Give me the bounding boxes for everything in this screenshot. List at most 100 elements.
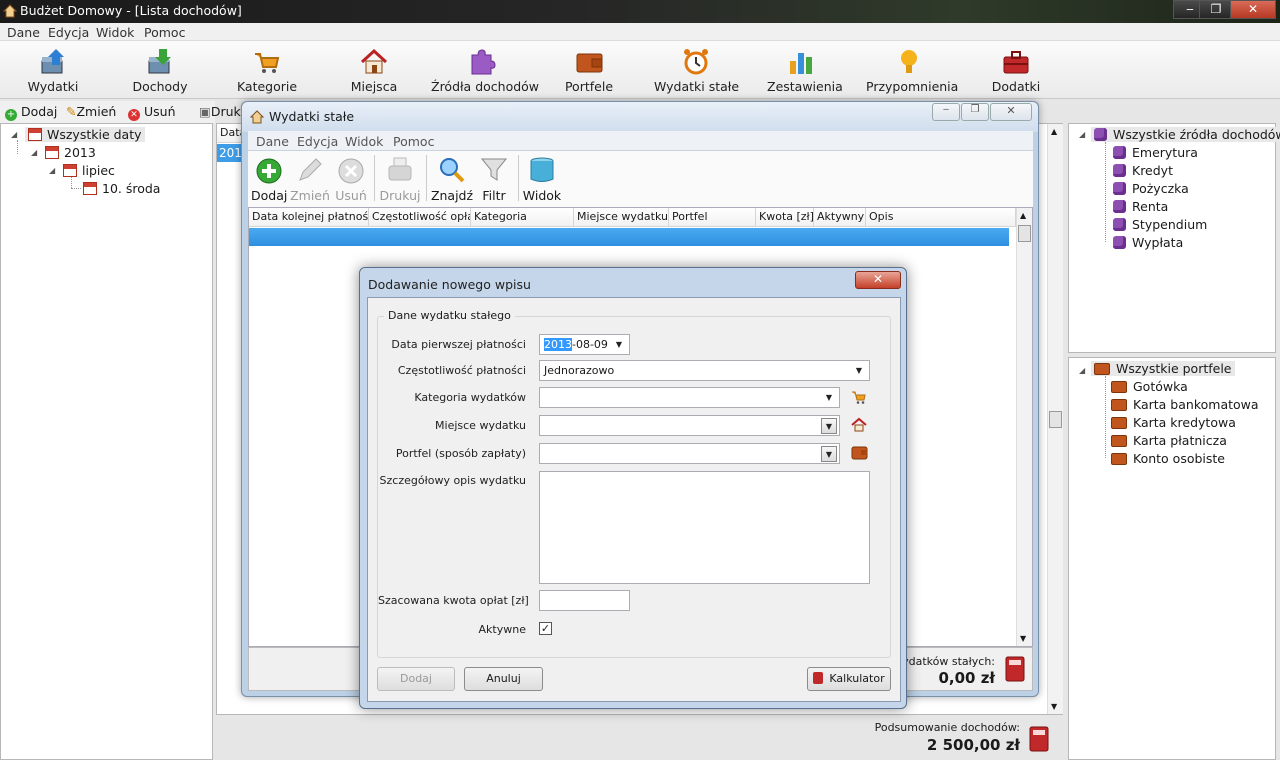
sub-edit-button[interactable]: ✎Zmień [66, 104, 116, 119]
toolbar-dodatki[interactable]: Dodatki [990, 41, 1042, 99]
column-header-data[interactable]: Data [217, 124, 243, 143]
toolbar-przypomnienia[interactable]: Przypomnienia [866, 41, 958, 99]
description-textarea[interactable] [539, 471, 870, 584]
scroll-thumb[interactable] [1018, 225, 1031, 242]
toolbar-miejsca[interactable]: Miejsca [346, 41, 402, 99]
recurring-menu-widok[interactable]: Widok [345, 134, 383, 149]
chevron-down-icon[interactable]: ▼ [821, 446, 837, 462]
tree-all-wallets[interactable]: Wszystkie portfele [1091, 361, 1235, 376]
menu-edycja[interactable]: Edycja [48, 25, 89, 40]
recurring-minimize-button[interactable]: ‒ [932, 103, 960, 121]
chevron-down-icon[interactable]: ▼ [851, 363, 867, 379]
close-button[interactable]: ✕ [1230, 0, 1276, 19]
collapse-arrow-icon[interactable]: ◢ [1079, 366, 1085, 375]
source-item[interactable]: Pożyczka [1113, 181, 1189, 196]
source-item[interactable]: Renta [1113, 199, 1168, 214]
table-row-selected[interactable] [249, 228, 1009, 246]
wallet-icon[interactable] [851, 446, 868, 460]
tree-day[interactable]: 10. środa [83, 181, 160, 196]
toolbar-wydatki-stale[interactable]: Wydatki stałe [654, 41, 739, 99]
source-item[interactable]: Kredyt [1113, 163, 1173, 178]
wallet-item[interactable]: Karta płatnicza [1111, 433, 1227, 448]
toolbar-separator [426, 155, 427, 201]
category-select[interactable]: ▼ [539, 387, 840, 408]
dialog-calculator-button[interactable]: Kalkulator [807, 667, 891, 691]
house-icon[interactable] [851, 417, 867, 433]
dialog-add-button[interactable]: Dodaj [377, 667, 455, 691]
sub-delete-button[interactable]: ✕ Usuń [128, 104, 176, 121]
frequency-select[interactable]: Jednorazowo ▼ [539, 360, 870, 381]
tree-all-sources[interactable]: Wszystkie źródła dochodów [1091, 127, 1280, 142]
toolbar-zestawienia[interactable]: Zestawienia [767, 41, 843, 99]
collapse-arrow-icon[interactable]: ◢ [49, 166, 55, 175]
income-scrollbar[interactable]: ▲ ▼ [1047, 124, 1063, 714]
toolbar-wydatki[interactable]: Wydatki [23, 41, 83, 99]
calculator-icon[interactable] [1005, 656, 1025, 682]
maximize-button[interactable]: ❐ [1199, 0, 1233, 19]
wallet-item[interactable]: Karta bankomatowa [1111, 397, 1259, 412]
menu-pomoc[interactable]: Pomoc [144, 25, 185, 40]
scroll-down-arrow-icon[interactable]: ▼ [1020, 634, 1026, 643]
recurring-add-button[interactable]: Dodaj [251, 153, 287, 205]
tree-label: Konto osobiste [1133, 451, 1225, 466]
collapse-arrow-icon[interactable]: ◢ [1079, 130, 1085, 139]
chevron-down-icon[interactable]: ▼ [821, 418, 837, 434]
column-header[interactable]: Kwota [zł] [756, 208, 814, 227]
recurring-filter-button[interactable]: Filtr [476, 153, 512, 205]
scroll-down-arrow-icon[interactable]: ▼ [1051, 702, 1057, 711]
scroll-up-arrow-icon[interactable]: ▲ [1051, 127, 1057, 136]
collapse-arrow-icon[interactable]: ◢ [31, 148, 37, 157]
delete-icon [338, 158, 364, 184]
tree-year[interactable]: 2013 [45, 145, 96, 160]
recurring-maximize-button[interactable]: ❐ [961, 103, 989, 121]
scroll-thumb[interactable] [1049, 411, 1062, 428]
amount-input[interactable] [539, 590, 630, 611]
recurring-close-button[interactable]: ✕ [990, 103, 1032, 121]
recurring-print-button[interactable]: Drukuj [378, 153, 422, 205]
column-header[interactable]: Data kolejnej płatności [249, 208, 369, 227]
dialog-close-button[interactable]: ✕ [855, 271, 901, 289]
recurring-edit-button[interactable]: Zmień [290, 153, 330, 205]
menu-dane[interactable]: Dane [7, 25, 40, 40]
column-header[interactable]: Częstotliwość opłat [369, 208, 471, 227]
active-checkbox[interactable]: ✓ [539, 622, 552, 635]
wallet-select[interactable]: ▼ [539, 443, 840, 464]
source-item[interactable]: Emerytura [1113, 145, 1198, 160]
wallet-item[interactable]: Konto osobiste [1111, 451, 1225, 466]
scroll-up-arrow-icon[interactable]: ▲ [1020, 211, 1026, 220]
place-select[interactable]: ▼ [539, 415, 840, 436]
source-item[interactable]: Stypendium [1113, 217, 1207, 232]
wallet-item[interactable]: Karta kredytowa [1111, 415, 1236, 430]
column-header[interactable]: Portfel [669, 208, 756, 227]
dialog-cancel-button[interactable]: Anuluj [464, 667, 543, 691]
toolbar-kategorie[interactable]: Kategorie [235, 41, 299, 99]
calculator-icon[interactable] [1029, 726, 1049, 752]
collapse-arrow-icon[interactable]: ◢ [11, 130, 17, 139]
tree-all-dates[interactable]: Wszystkie daty [25, 127, 145, 142]
recurring-menu-pomoc[interactable]: Pomoc [393, 134, 434, 149]
source-item[interactable]: Wypłata [1113, 235, 1183, 250]
chevron-down-icon[interactable]: ▼ [611, 337, 627, 353]
income-row-selected[interactable]: 201 [217, 144, 243, 162]
sub-add-button[interactable]: + Dodaj [5, 104, 57, 121]
sub-print-button[interactable]: ▣Druk [199, 104, 241, 119]
recurring-menu-edycja[interactable]: Edycja [297, 134, 338, 149]
recurring-find-button[interactable]: Znajdź [430, 153, 474, 205]
column-header[interactable]: Miejsce wydatku [574, 208, 669, 227]
toolbar-zrodla-dochodow[interactable]: Źródła dochodów [431, 41, 539, 99]
recurring-delete-button[interactable]: Usuń [333, 153, 369, 205]
column-header[interactable]: Kategoria [471, 208, 574, 227]
recurring-scrollbar[interactable]: ▲ ▼ [1016, 208, 1032, 646]
chevron-down-icon[interactable]: ▼ [821, 390, 837, 406]
menu-widok[interactable]: Widok [96, 25, 134, 40]
recurring-menu-dane[interactable]: Dane [256, 134, 289, 149]
toolbar-portfele[interactable]: Portfele [562, 41, 616, 99]
column-header[interactable]: Aktywny [814, 208, 866, 227]
column-header[interactable]: Opis [866, 208, 1016, 227]
first-date-picker[interactable]: 2013-08-09 ▼ [539, 334, 630, 355]
tree-month[interactable]: lipiec [63, 163, 115, 178]
toolbar-dochody[interactable]: Dochody [128, 41, 192, 99]
cart-icon[interactable] [851, 389, 867, 405]
wallet-item[interactable]: Gotówka [1111, 379, 1188, 394]
recurring-view-button[interactable]: Widok [522, 153, 562, 205]
